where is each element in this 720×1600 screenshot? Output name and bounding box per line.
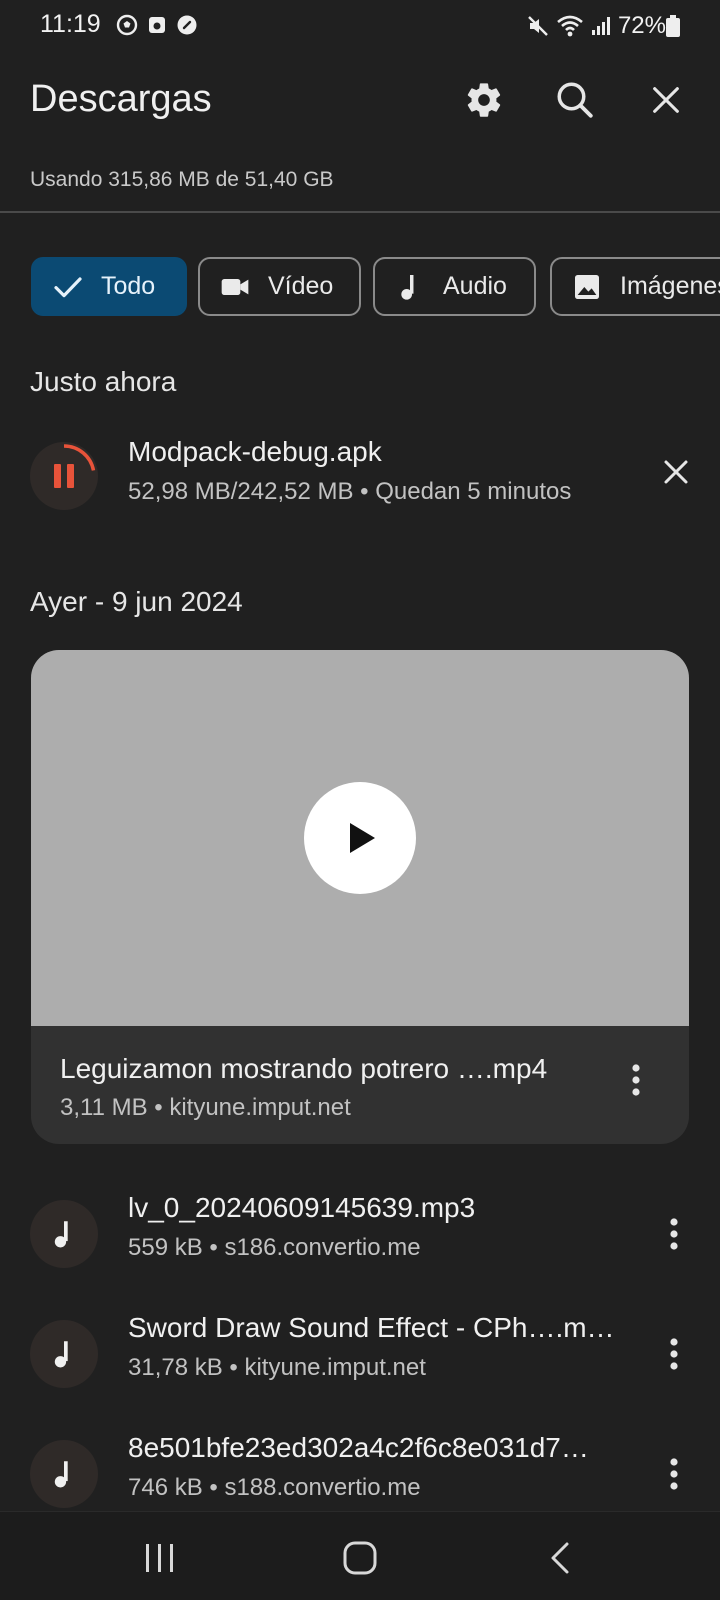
signal-icon <box>591 17 610 35</box>
close-icon <box>664 460 688 484</box>
list-item[interactable]: 8e501bfe23ed302a4c2f6c8e031d7… 746 kB • … <box>0 1432 720 1522</box>
list-item[interactable]: Sword Draw Sound Effect - CPh….m… 31,78 … <box>0 1312 720 1402</box>
play-icon <box>350 823 375 853</box>
download-details: 52,98 MB/242,52 MB • Quedan 5 minutos <box>128 478 572 505</box>
app-header: Descargas <box>0 60 720 140</box>
notification-icons <box>116 14 198 36</box>
recents-button[interactable] <box>130 1530 190 1586</box>
battery-percent: 72% <box>617 12 666 39</box>
check-icon <box>51 270 85 304</box>
filter-chip-audio[interactable]: Audio <box>373 257 536 316</box>
download-name: Modpack-debug.apk <box>128 436 382 467</box>
music-note-icon <box>30 1200 98 1268</box>
pause-icon <box>54 464 74 488</box>
play-button[interactable] <box>304 782 416 894</box>
more-button[interactable] <box>652 1204 696 1264</box>
more-vert-icon <box>670 1458 678 1490</box>
wifi-icon <box>557 15 583 37</box>
mute-icon <box>528 16 548 36</box>
cancel-download-button[interactable] <box>650 446 702 498</box>
search-icon <box>557 82 593 118</box>
more-vert-icon <box>670 1218 678 1250</box>
file-details: 31,78 kB • kityune.imput.net <box>128 1354 426 1381</box>
system-navigation-bar <box>0 1511 720 1600</box>
page-title: Descargas <box>30 78 212 120</box>
file-name: lv_0_20240609145639.mp3 <box>128 1192 476 1223</box>
filter-chip-video[interactable]: Vídeo <box>198 257 361 316</box>
file-details: 746 kB • s188.convertio.me <box>128 1474 421 1501</box>
status-bar: 11:19 72% <box>0 0 720 52</box>
filter-chip-label: Todo <box>101 272 156 300</box>
video-details: 3,11 MB • kityune.imput.net <box>60 1094 351 1121</box>
soccer-ball-icon <box>116 14 138 36</box>
search-button[interactable] <box>549 74 601 126</box>
video-name: Leguizamon mostrando potrero ….mp4 <box>60 1053 548 1084</box>
filter-chips: Todo Vídeo Audio Imágenes <box>31 257 720 317</box>
pause-download-button[interactable] <box>30 442 98 510</box>
music-note-icon <box>393 270 427 304</box>
close-icon <box>653 87 679 113</box>
video-camera-icon <box>218 270 252 304</box>
filter-chip-all[interactable]: Todo <box>31 257 187 316</box>
recents-icon <box>146 1544 173 1572</box>
back-button[interactable] <box>532 1530 592 1586</box>
image-icon <box>570 270 604 304</box>
file-name: Sword Draw Sound Effect - CPh….m… <box>128 1312 615 1343</box>
storage-usage: Usando 315,86 MB de 51,40 GB <box>30 168 334 191</box>
shazam-icon <box>177 15 197 35</box>
video-card[interactable]: Leguizamon mostrando potrero ….mp4 3,11 … <box>31 650 689 1144</box>
section-header-yesterday: Ayer - 9 jun 2024 <box>30 586 243 617</box>
filter-chip-label: Imágenes <box>620 272 720 300</box>
system-icons: 72% <box>526 12 666 40</box>
status-time: 11:19 <box>40 10 101 38</box>
file-name: 8e501bfe23ed302a4c2f6c8e031d7… <box>128 1432 589 1463</box>
settings-button[interactable] <box>458 74 510 126</box>
filter-chip-label: Vídeo <box>268 272 334 300</box>
battery-icon <box>666 15 680 37</box>
close-button[interactable] <box>640 74 692 126</box>
app-notification-icon <box>149 17 165 33</box>
back-icon <box>551 1542 569 1574</box>
home-icon <box>343 1541 377 1575</box>
video-more-button[interactable] <box>614 1050 658 1110</box>
list-item[interactable]: lv_0_20240609145639.mp3 559 kB • s186.co… <box>0 1192 720 1282</box>
file-details: 559 kB • s186.convertio.me <box>128 1234 421 1261</box>
divider <box>0 211 720 213</box>
more-vert-icon <box>670 1338 678 1370</box>
more-button[interactable] <box>652 1444 696 1504</box>
section-header-now: Justo ahora <box>30 366 177 397</box>
more-vert-icon <box>632 1064 640 1096</box>
home-button[interactable] <box>330 1530 390 1586</box>
filter-chip-label: Audio <box>443 272 507 300</box>
more-button[interactable] <box>652 1324 696 1384</box>
music-note-icon <box>30 1440 98 1508</box>
gear-icon <box>467 83 501 117</box>
active-download-row[interactable]: Modpack-debug.apk 52,98 MB/242,52 MB • Q… <box>0 436 720 520</box>
video-thumbnail[interactable] <box>31 650 689 1026</box>
filter-chip-images[interactable]: Imágenes <box>550 257 720 316</box>
music-note-icon <box>30 1320 98 1388</box>
